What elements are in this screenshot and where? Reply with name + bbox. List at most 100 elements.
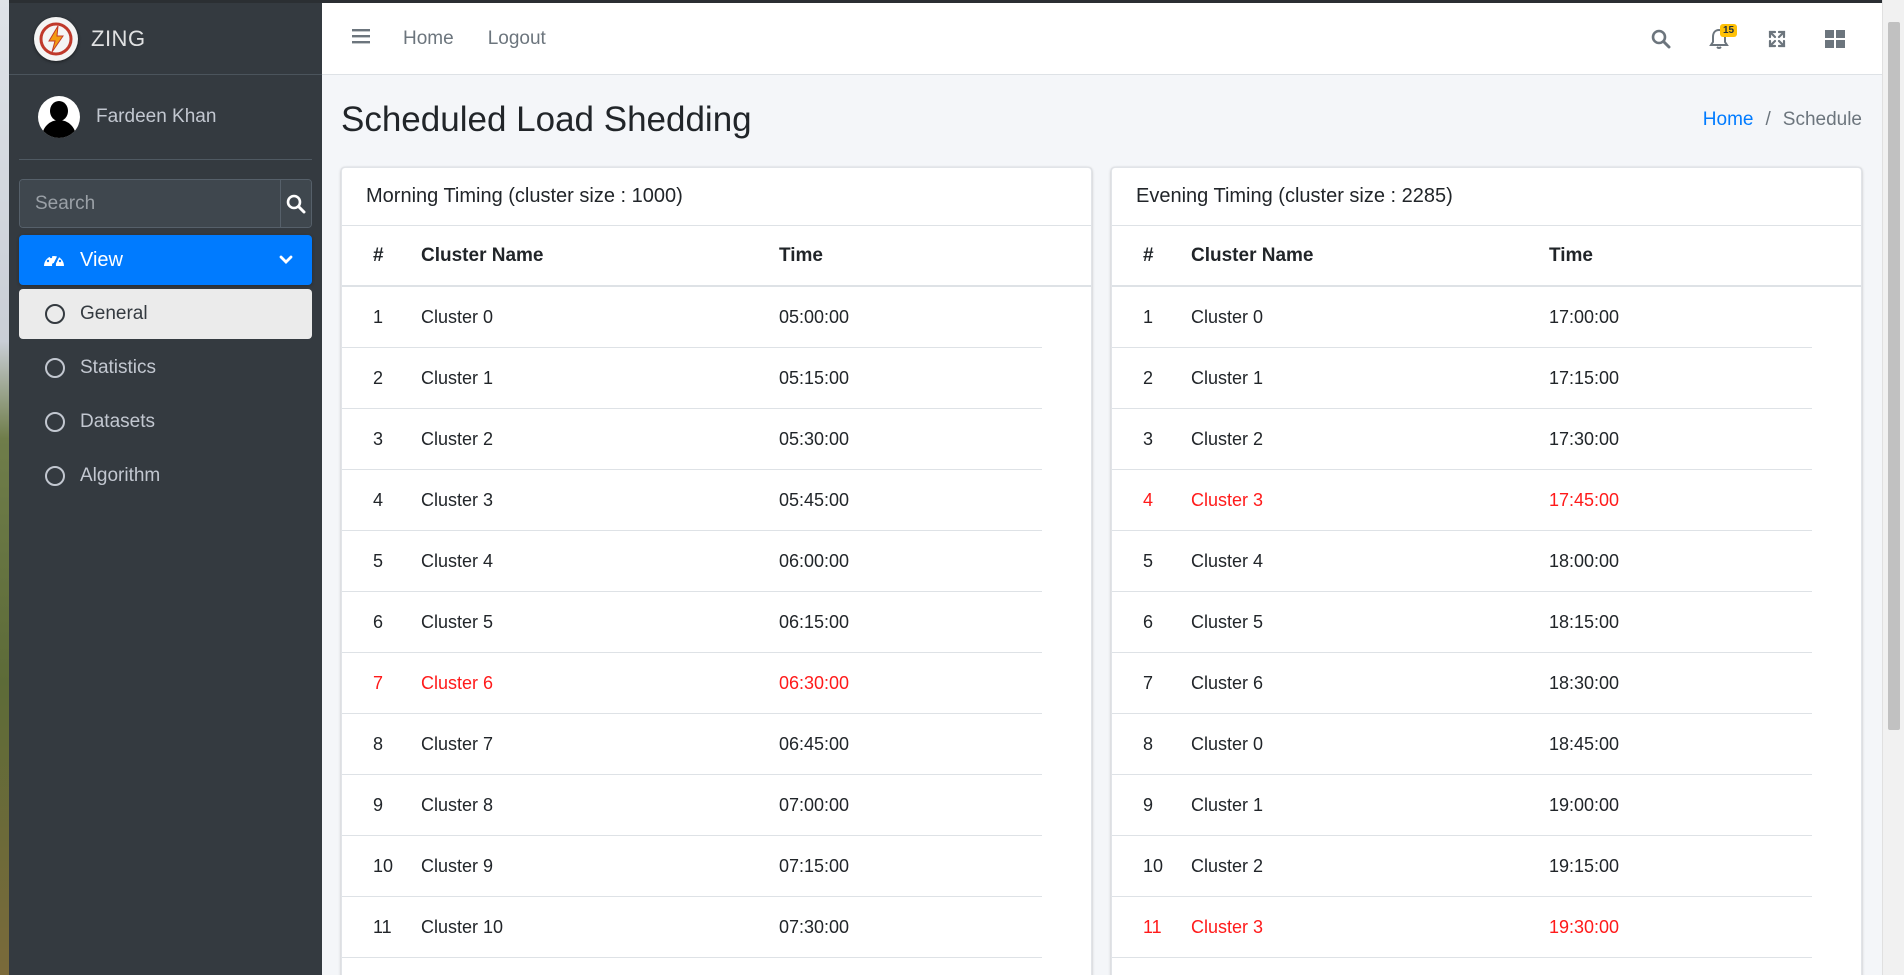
cell-time: 17:00:00 — [1549, 306, 1620, 327]
cell-cluster-name: Cluster 4 — [421, 550, 494, 571]
cell-num: 8 — [373, 733, 384, 754]
hamburger-icon — [352, 29, 370, 44]
table-row: 8 Cluster 0 18:45:00 — [1112, 714, 1812, 775]
cell-num: 5 — [373, 550, 384, 571]
cell-time: 06:15:00 — [779, 611, 850, 632]
nav-link-logout[interactable]: Logout — [488, 28, 546, 50]
table-row: 9 Cluster 8 07:00:00 — [342, 775, 1042, 836]
desktop-background — [0, 0, 9, 975]
cell-num: 9 — [1143, 794, 1154, 815]
table-row: 1 Cluster 0 17:00:00 — [1112, 287, 1812, 348]
cell-time: 17:15:00 — [1549, 367, 1620, 388]
sidebar-item-view[interactable]: View — [19, 235, 312, 285]
cell-cluster-name: Cluster 5 — [1191, 611, 1264, 632]
cell-cluster-name: Cluster 2 — [1191, 428, 1264, 449]
brand-name: ZING — [91, 25, 146, 51]
table-row: 4 Cluster 3 17:45:00 — [1112, 470, 1812, 531]
breadcrumb-current: Schedule — [1782, 109, 1862, 130]
navbar-search-button[interactable] — [1632, 3, 1690, 75]
sidebar-nav: View General Statistics Datasets Algorit… — [19, 235, 312, 501]
table-row: 7 Cluster 6 06:30:00 — [342, 653, 1042, 714]
column-header-num: # — [373, 244, 384, 266]
cell-time: 17:30:00 — [1549, 428, 1620, 449]
cell-num: 3 — [373, 428, 384, 449]
cell-time: 05:45:00 — [779, 489, 850, 510]
cell-cluster-name: Cluster 0 — [1191, 306, 1264, 327]
table-row: 5 Cluster 4 18:00:00 — [1112, 531, 1812, 592]
sidebar-item-statistics[interactable]: Statistics — [19, 343, 312, 393]
cell-cluster-name: Cluster 3 — [1191, 489, 1264, 510]
user-panel[interactable]: Fardeen Khan — [19, 75, 312, 160]
card-title: Evening Timing (cluster size : 2285) — [1112, 168, 1861, 226]
cell-time: 06:30:00 — [779, 672, 850, 693]
cards-row: Morning Timing (cluster size : 1000) # C… — [341, 167, 1862, 975]
cell-num: 4 — [1143, 489, 1154, 510]
sidebar-item-label: Algorithm — [80, 465, 161, 486]
cell-cluster-name: Cluster 10 — [421, 916, 504, 937]
column-header-time: Time — [779, 244, 824, 266]
sidebar-item-label: Statistics — [80, 357, 157, 378]
cell-cluster-name: Cluster 3 — [421, 489, 494, 510]
sidebar: ZING Fardeen Khan View — [9, 0, 322, 975]
brand-link[interactable]: ZING — [9, 3, 322, 75]
chevron-down-icon — [279, 255, 293, 264]
cell-cluster-name: Cluster 1 — [1191, 794, 1264, 815]
top-navbar: Home Logout 15 — [322, 3, 1882, 75]
morning-timing-card: Morning Timing (cluster size : 1000) # C… — [341, 167, 1092, 975]
sidebar-search — [19, 179, 312, 228]
user-name[interactable]: Fardeen Khan — [96, 106, 216, 128]
cell-time: 06:45:00 — [779, 733, 850, 754]
table-row: 5 Cluster 4 06:00:00 — [342, 531, 1042, 592]
table-row: 6 Cluster 5 18:15:00 — [1112, 592, 1812, 653]
cell-cluster-name: Cluster 2 — [421, 428, 494, 449]
circle-icon — [45, 412, 65, 432]
cell-time: 18:15:00 — [1549, 611, 1620, 632]
cell-num: 6 — [1143, 611, 1154, 632]
circle-icon — [45, 358, 65, 378]
cell-cluster-name: Cluster 7 — [421, 733, 494, 754]
scrollbar-thumb[interactable] — [1888, 22, 1900, 730]
cell-time: 17:45:00 — [1549, 489, 1620, 510]
evening-table: # Cluster Name Time 1 Cluster 0 17:00:00 2 C… — [1112, 226, 1861, 958]
sidebar-item-datasets[interactable]: Datasets — [19, 397, 312, 447]
sidebar-search-input[interactable] — [20, 180, 280, 227]
cell-num: 8 — [1143, 733, 1154, 754]
cell-num: 11 — [1143, 916, 1162, 937]
menu-toggle-button[interactable] — [352, 28, 370, 49]
grid-icon — [1825, 29, 1845, 48]
sidebar-search-button[interactable] — [280, 180, 311, 227]
cell-cluster-name: Cluster 1 — [1191, 367, 1264, 388]
cell-cluster-name: Cluster 3 — [1191, 916, 1264, 937]
table-row: 4 Cluster 3 05:45:00 — [342, 470, 1042, 531]
table-header-row: # Cluster Name Time — [1112, 226, 1861, 287]
search-icon — [1651, 29, 1671, 48]
brand-logo-icon — [34, 16, 78, 61]
table-row: 10 Cluster 2 19:15:00 — [1112, 836, 1812, 897]
sidebar-item-algorithm[interactable]: Algorithm — [19, 451, 312, 501]
card-title: Morning Timing (cluster size : 1000) — [342, 168, 1091, 226]
notifications-button[interactable]: 15 — [1690, 3, 1748, 75]
table-row: 6 Cluster 5 06:15:00 — [342, 592, 1042, 653]
cell-cluster-name: Cluster 1 — [421, 367, 494, 388]
sidebar-item-label: General — [80, 303, 148, 324]
cell-cluster-name: Cluster 9 — [421, 855, 494, 876]
cell-time: 05:00:00 — [779, 306, 850, 327]
search-icon — [286, 194, 306, 213]
evening-timing-card: Evening Timing (cluster size : 2285) # C… — [1111, 167, 1862, 975]
control-sidebar-button[interactable] — [1806, 3, 1864, 75]
cell-num: 9 — [373, 794, 384, 815]
cell-time: 18:45:00 — [1549, 733, 1620, 754]
sidebar-item-general[interactable]: General — [19, 289, 312, 339]
cell-time: 07:15:00 — [779, 855, 850, 876]
column-header-time: Time — [1549, 244, 1594, 266]
nav-link-home[interactable]: Home — [403, 28, 454, 50]
cell-num: 6 — [373, 611, 384, 632]
breadcrumb-home-link[interactable]: Home — [1703, 109, 1754, 131]
morning-table: # Cluster Name Time 1 Cluster 0 05:00:00 2 C… — [342, 226, 1091, 958]
table-row: 9 Cluster 1 19:00:00 — [1112, 775, 1812, 836]
cell-cluster-name: Cluster 6 — [1191, 672, 1264, 693]
cell-cluster-name: Cluster 6 — [421, 672, 494, 693]
cell-cluster-name: Cluster 0 — [1191, 733, 1264, 754]
fullscreen-button[interactable] — [1748, 3, 1806, 75]
window-scrollbar[interactable] — [1882, 0, 1904, 975]
